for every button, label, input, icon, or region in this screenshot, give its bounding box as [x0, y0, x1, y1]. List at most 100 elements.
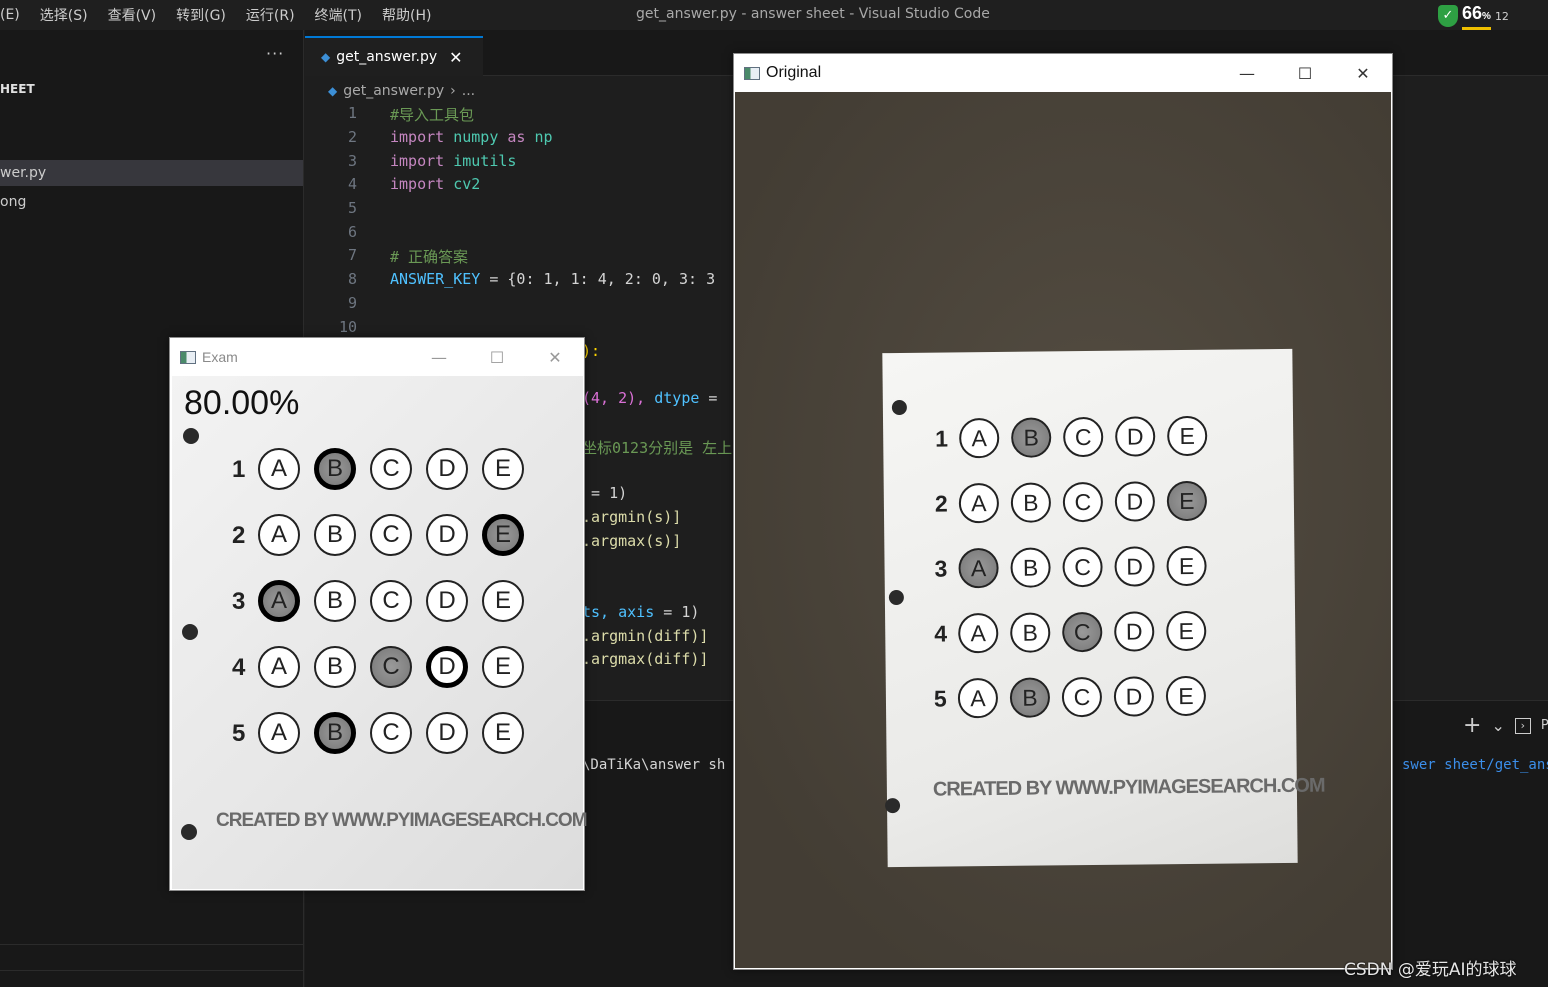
answer-bubble-a: A [258, 580, 300, 622]
answer-bubble-e: E [1166, 545, 1207, 587]
minimize-button[interactable]: — [410, 338, 468, 376]
file-item-png[interactable]: ong [0, 189, 303, 215]
sidebar-divider [0, 944, 303, 945]
exam-sheet-image: 80.00% 1ABCDE2ABCDE3ABCDE4ABCDE5ABCDE CR… [172, 376, 588, 889]
system-tray: ✓ 66% 12 [1438, 2, 1509, 30]
answer-bubble-d: D [426, 646, 468, 688]
exam-window-titlebar[interactable]: Exam — ☐ ✕ [170, 338, 584, 376]
code-keyword: import [390, 152, 445, 170]
original-window-title: Original [766, 64, 822, 81]
answer-bubble-d: D [1114, 611, 1155, 652]
breadcrumb-file[interactable]: get_answer.py [343, 83, 444, 99]
csdn-watermark: CSDN @爱玩AI的球球 [1344, 960, 1517, 980]
answer-bubble-c: C [370, 712, 412, 754]
chevron-down-icon[interactable]: ⌄ [1491, 716, 1504, 735]
tab-get-answer[interactable]: ◆ get_answer.py ✕ [305, 36, 483, 76]
exam-window[interactable]: Exam — ☐ ✕ 80.00% 1ABCDE2ABCDE3ABCDE4ABC… [169, 337, 588, 891]
code-comment: # 正确答案 [390, 248, 469, 266]
file-item-get-answer[interactable]: wer.py [0, 160, 303, 186]
answer-bubble-d: D [1114, 546, 1155, 587]
minimize-button[interactable]: — [1218, 54, 1276, 92]
menu-item[interactable]: (E) [0, 7, 30, 23]
code-fragment: .argmin(s)] [582, 508, 682, 526]
answer-bubble-a: A [258, 712, 300, 754]
security-shield-icon[interactable]: ✓ [1438, 5, 1458, 27]
answer-bubble-a: A [958, 482, 1000, 524]
code-module: numpy [453, 128, 499, 146]
menu-item[interactable]: 帮助(H) [372, 5, 441, 25]
close-button[interactable]: ✕ [1334, 54, 1392, 92]
answer-bubble-b: B [1009, 677, 1051, 718]
tab-label: get_answer.py [336, 49, 438, 65]
terminal-icon[interactable]: › [1514, 717, 1531, 734]
code-line: ANSWER_KEY = {0: 1, 1: 4, 2: 0, 3: 3 [390, 270, 715, 288]
code-comment: #导入工具包 [390, 106, 475, 124]
answer-bubble-b: B [314, 514, 356, 556]
menu-item[interactable]: 查看(V) [98, 5, 167, 25]
maximize-button[interactable]: ☐ [1276, 54, 1334, 92]
app-icon [744, 66, 760, 80]
original-window-titlebar[interactable]: Original — ☐ ✕ [734, 54, 1392, 92]
code-fragment: .argmin(diff)] [582, 627, 709, 645]
line-number: 2 [347, 128, 357, 146]
answer-bubble-a: A [258, 448, 300, 490]
question-number: 2 [232, 521, 246, 549]
menu-item[interactable]: 转到(G) [166, 5, 236, 25]
more-actions-icon[interactable]: ··· [266, 44, 284, 63]
answer-bubble-c: C [1061, 676, 1103, 718]
punch-hole [888, 589, 904, 606]
punch-hole [891, 399, 907, 416]
network-indicator[interactable]: 12 [1495, 11, 1509, 22]
code-line: import imutils [390, 152, 516, 170]
menu-item[interactable]: 终端(T) [305, 5, 372, 25]
answer-bubble-b: B [1011, 417, 1052, 458]
code-line: import cv2 [390, 175, 480, 193]
code-module: cv2 [453, 175, 481, 193]
answer-bubble-e: E [482, 646, 524, 688]
code-text: (4, 2), [582, 389, 655, 407]
breadcrumb-more[interactable]: ... [462, 83, 475, 99]
desktop: (E) 选择(S) 查看(V) 转到(G) 运行(R) 终端(T) 帮助(H) get_an… [0, 0, 1548, 987]
close-tab-icon[interactable]: ✕ [449, 48, 462, 67]
line-number: 1 [347, 104, 357, 122]
title-bar: (E) 选择(S) 查看(V) 转到(G) 运行(R) 终端(T) 帮助(H) get_an… [0, 0, 1548, 30]
code-variable: dtype [654, 389, 700, 407]
code-comment: 坐标0123分别是 左上 [582, 439, 733, 457]
answer-bubble-a: A [258, 514, 300, 556]
question-number: 2 [934, 490, 948, 517]
battery-percent: 66 [1462, 2, 1483, 23]
answer-bubble-d: D [426, 514, 468, 556]
answer-bubble-c: C [370, 448, 412, 490]
exam-window-title: Exam [202, 349, 238, 365]
terminal-path-link[interactable]: swer sheet/get_ans [1402, 757, 1548, 773]
question-number: 3 [934, 555, 948, 582]
answer-bubble-b: B [1010, 482, 1052, 523]
maximize-button[interactable]: ☐ [468, 338, 526, 376]
answer-bubble-d: D [1114, 481, 1156, 522]
battery-indicator[interactable]: 66% [1462, 3, 1491, 30]
menu-item[interactable]: 运行(R) [236, 5, 305, 25]
desk-photo: 1ABCDE2ABCDE3ABCDE4ABCDE5ABCDE CREATED B… [735, 92, 1391, 968]
line-number: 6 [347, 223, 357, 241]
line-number: 4 [347, 175, 357, 193]
answer-bubble-b: B [1010, 547, 1051, 588]
terminal-shell-label[interactable]: Py [1541, 718, 1548, 733]
answer-bubble-c: C [370, 514, 412, 556]
terminal-path: \DaTiKa\answer sh [582, 757, 726, 773]
answer-bubble-d: D [426, 712, 468, 754]
explorer-folder-title[interactable]: HEET [0, 82, 35, 96]
close-button[interactable]: ✕ [526, 338, 584, 376]
sidebar-divider [0, 970, 303, 971]
line-number: 10 [338, 318, 357, 336]
answer-bubble-a: A [958, 547, 999, 589]
code-fragment: = 1) [582, 484, 628, 502]
new-terminal-button[interactable]: + [1463, 713, 1481, 738]
python-file-icon: ◆ [321, 50, 331, 64]
question-number: 3 [232, 587, 246, 615]
code-line: import numpy as np [390, 128, 553, 146]
menu-item[interactable]: 选择(S) [30, 5, 98, 25]
answer-grid: 1ABCDE2ABCDE3ABCDE4ABCDE5ABCDE [882, 349, 1292, 719]
original-window[interactable]: Original — ☐ ✕ 1ABCDE2ABCDE3ABCDE4ABCDE5… [733, 53, 1393, 970]
answer-bubble-e: E [482, 514, 524, 556]
punch-hole [182, 624, 198, 640]
